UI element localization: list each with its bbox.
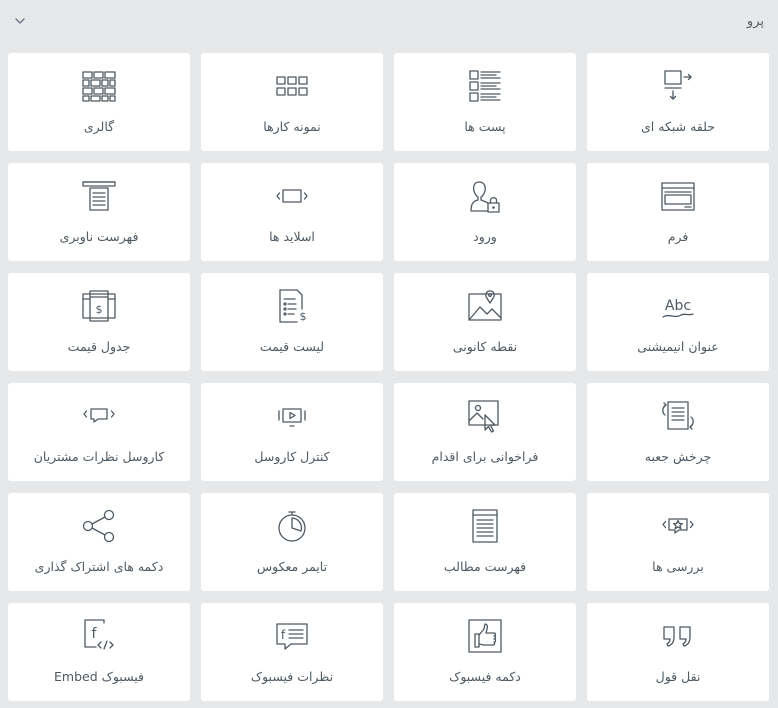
widget-facebook-comments[interactable]: f نظرات فیسبوک	[201, 603, 383, 701]
table-of-contents-icon	[472, 509, 498, 543]
widget-label: ورود	[473, 229, 497, 244]
login-icon	[470, 181, 500, 213]
section-header[interactable]: پرو	[0, 0, 778, 44]
section-title: پرو	[746, 14, 764, 29]
widget-label: فهرست مطالب	[443, 559, 527, 574]
widget-facebook-embed[interactable]: f فیسبوک Embed	[8, 603, 190, 701]
widget-nav-menu[interactable]: فهرست ناوبری	[8, 163, 190, 261]
widget-facebook-button[interactable]: دکمه فیسبوک	[394, 603, 576, 701]
widget-label: جدول قیمت	[67, 339, 131, 354]
gallery-icon	[82, 71, 116, 102]
widget-label: حلقه شبکه ای	[641, 119, 715, 134]
widget-share-buttons[interactable]: دکمه های اشتراک گذاری	[8, 493, 190, 591]
widget-label: چرخش جعبه	[644, 449, 712, 464]
widget-label: فیسبوک Embed	[54, 669, 144, 684]
svg-text:$: $	[96, 303, 103, 316]
widget-label: فهرست ناوبری	[59, 229, 139, 244]
call-to-action-icon	[468, 400, 499, 433]
countdown-icon	[278, 511, 306, 542]
widget-reviews[interactable]: بررسی ها	[587, 493, 769, 591]
widget-label: دکمه های اشتراک گذاری	[34, 559, 164, 574]
widget-label: نقل قول	[655, 669, 701, 684]
widget-label: لیست قیمت	[259, 339, 325, 354]
widget-price-list[interactable]: $ لیست قیمت	[201, 273, 383, 371]
animated-headline-icon: Abc	[662, 298, 694, 318]
widget-hotspot[interactable]: نقطه کانونی	[394, 273, 576, 371]
facebook-embed-icon: f	[84, 619, 114, 650]
widget-label: فرم	[667, 229, 689, 244]
widget-animated-headline[interactable]: Abc عنوان انیمیشنی	[587, 273, 769, 371]
svg-text:$: $	[300, 310, 307, 323]
media-carousel-icon	[278, 408, 306, 427]
widget-label: اسلاید ها	[269, 229, 315, 244]
widget-label: فراخوانی برای اقدام	[431, 449, 539, 464]
reviews-icon	[662, 518, 694, 534]
widget-countdown[interactable]: تایمر معکوس	[201, 493, 383, 591]
widget-flip-box[interactable]: چرخش جعبه	[587, 383, 769, 481]
widget-posts[interactable]: پست ها	[394, 53, 576, 151]
widget-label: نمونه کارها	[263, 119, 321, 134]
form-icon	[661, 182, 695, 211]
svg-text:Abc: Abc	[665, 298, 691, 314]
widget-table-of-contents[interactable]: فهرست مطالب	[394, 493, 576, 591]
widget-login[interactable]: ورود	[394, 163, 576, 261]
svg-text:f: f	[281, 628, 286, 642]
portfolio-icon	[276, 76, 308, 96]
widget-label: کاروسل نظرات مشتریان	[33, 449, 165, 464]
price-table-icon: $	[82, 290, 116, 322]
blockquote-icon	[663, 626, 691, 647]
widget-label: عنوان انیمیشنی	[637, 339, 719, 354]
widget-label: پست ها	[464, 119, 506, 134]
facebook-comments-icon: f	[276, 623, 308, 650]
widget-media-carousel[interactable]: کنترل کاروسل	[201, 383, 383, 481]
svg-text:f: f	[92, 626, 98, 642]
posts-icon	[469, 70, 501, 102]
widget-label: کنترل کاروسل	[254, 449, 330, 464]
widget-slides[interactable]: اسلاید ها	[201, 163, 383, 261]
widget-form[interactable]: فرم	[587, 163, 769, 261]
widget-label: دکمه فیسبوک	[449, 669, 521, 684]
widget-price-table[interactable]: $ جدول قیمت	[8, 273, 190, 371]
widget-gallery[interactable]: گالری	[8, 53, 190, 151]
nav-menu-icon	[82, 181, 116, 211]
slides-icon	[276, 189, 308, 203]
hotspot-icon	[468, 290, 502, 321]
chevron-down-icon[interactable]	[14, 16, 26, 26]
facebook-button-icon	[468, 619, 502, 653]
widget-label: گالری	[83, 119, 115, 134]
widget-grid: حلقه شبکه ای پست ها نمونه کارها گالری فر…	[8, 53, 769, 701]
widget-loop-grid[interactable]: حلقه شبکه ای	[587, 53, 769, 151]
widget-label: نقطه کانونی	[452, 339, 518, 354]
share-buttons-icon	[82, 509, 115, 543]
flip-box-icon	[662, 401, 694, 430]
widget-call-to-action[interactable]: فراخوانی برای اقدام	[394, 383, 576, 481]
widget-label: بررسی ها	[652, 559, 704, 574]
loop-grid-icon	[664, 70, 692, 100]
price-list-icon: $	[279, 289, 307, 323]
widget-label: تایمر معکوس	[256, 559, 328, 574]
widget-portfolio[interactable]: نمونه کارها	[201, 53, 383, 151]
testimonial-carousel-icon	[83, 408, 115, 423]
widget-blockquote[interactable]: نقل قول	[587, 603, 769, 701]
widget-label: نظرات فیسبوک	[250, 669, 334, 684]
widget-testimonial-carousel[interactable]: کاروسل نظرات مشتریان	[8, 383, 190, 481]
